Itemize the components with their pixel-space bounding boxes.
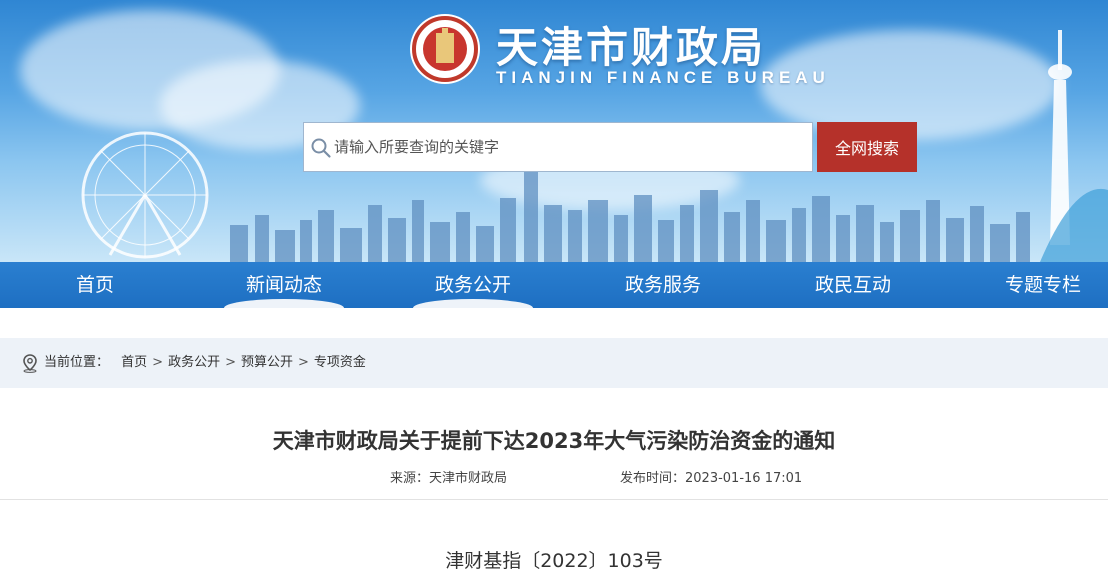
breadcrumb-separator: > <box>152 355 164 370</box>
breadcrumb-link-budget[interactable]: 预算公开 <box>241 355 293 370</box>
search-button[interactable]: 全网搜索 <box>817 122 917 172</box>
breadcrumb-trail: 当前位置： 首页 > 政务公开 > 预算公开 > 专项资金 <box>44 338 366 388</box>
nav-item-home[interactable]: 首页 <box>0 262 190 308</box>
article-source: 来源：天津市财政局 <box>390 470 507 488</box>
search-box <box>303 122 813 172</box>
article-publish-time: 发布时间：2023-01-16 17:01 <box>620 470 802 488</box>
breadcrumb-prefix: 当前位置： <box>44 355 110 370</box>
nav-item-label: 首页 <box>75 274 114 296</box>
breadcrumb-link-government-affairs[interactable]: 政务公开 <box>168 355 220 370</box>
source-label: 来源： <box>390 471 430 486</box>
nav-arc-decoration <box>413 299 533 308</box>
header-banner: 天津市财政局 TIANJIN FINANCE BUREAU <box>0 0 1108 262</box>
breadcrumb-separator: > <box>298 355 309 370</box>
site-logo[interactable]: 天津市财政局 TIANJIN FINANCE BUREAU <box>412 14 825 94</box>
publish-time-value: 2023-01-16 17:01 <box>685 471 803 486</box>
location-pin-icon <box>23 354 37 373</box>
nav-item-label: 政民互动 <box>814 274 891 296</box>
site-subtitle: TIANJIN FINANCE BUREAU <box>496 68 830 87</box>
nav-item-services[interactable]: 政务服务 <box>568 262 758 308</box>
article-title: 天津市财政局关于提前下达2023年大气污染防治资金的通知 <box>272 429 836 453</box>
nav-item-special-topics[interactable]: 专题专栏 <box>948 262 1108 308</box>
main-nav: 首页 新闻动态 政务公开 政务服务 政民互动 专题专栏 <box>0 262 1108 308</box>
source-value: 天津市财政局 <box>429 471 508 486</box>
nav-item-label: 新闻动态 <box>245 274 322 296</box>
nav-item-news[interactable]: 新闻动态 <box>189 262 379 308</box>
search-icon <box>311 138 331 158</box>
nav-item-interaction[interactable]: 政民互动 <box>758 262 948 308</box>
bureau-emblem-icon <box>412 16 478 82</box>
nav-arc-decoration <box>224 299 344 308</box>
nav-item-label: 专题专栏 <box>1004 274 1081 296</box>
divider <box>0 499 1108 500</box>
nav-item-government-affairs[interactable]: 政务公开 <box>378 262 568 308</box>
breadcrumb: 当前位置： 首页 > 政务公开 > 预算公开 > 专项资金 <box>0 338 1108 388</box>
breadcrumb-link-home[interactable]: 首页 <box>121 355 147 370</box>
nav-item-label: 政务公开 <box>434 274 511 296</box>
document-number: 津财基指〔2022〕103号 <box>445 550 663 572</box>
search-input[interactable] <box>334 123 804 171</box>
publish-time-label: 发布时间： <box>620 471 686 486</box>
site-title: 天津市财政局 <box>496 23 767 72</box>
nav-item-label: 政务服务 <box>624 274 701 296</box>
breadcrumb-link-special-funds[interactable]: 专项资金 <box>314 355 366 370</box>
breadcrumb-separator: > <box>225 355 236 370</box>
